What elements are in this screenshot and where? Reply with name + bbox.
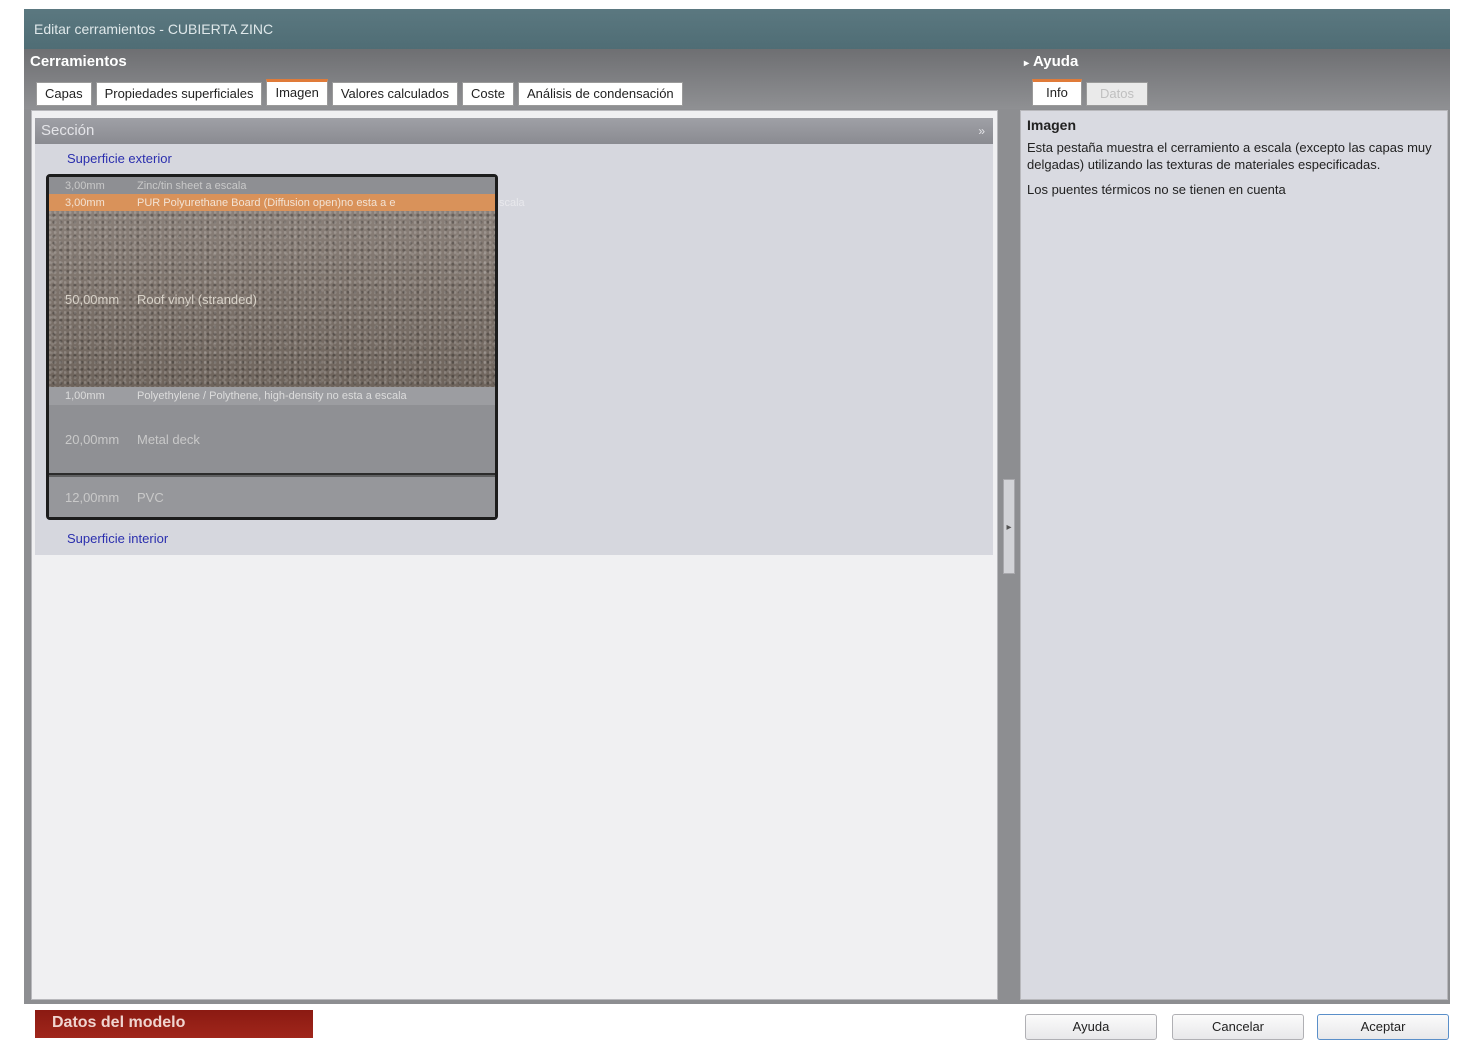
tab-imagen[interactable]: Imagen (266, 79, 328, 106)
chevron-double-icon[interactable]: » (978, 118, 985, 144)
seccion-header-label: Sección (41, 122, 95, 139)
collapse-arrow-icon[interactable]: ▸ (1024, 58, 1029, 69)
cancel-button[interactable]: Cancelar (1172, 1014, 1304, 1040)
layer-row[interactable]: 50,00mm Roof vinyl (stranded) (49, 211, 495, 387)
image-panel: Sección » Superficie exterior 3,00mm Zin… (31, 110, 998, 1000)
layer-row[interactable]: 3,00mm Zinc/tin sheet a escala (49, 177, 495, 194)
inner-surface-link[interactable]: Superficie interior (67, 531, 168, 546)
bottom-bar: Datos del modelo Ayuda Cancelar Aceptar (24, 1004, 1450, 1040)
help-paragraph: Los puentes térmicos no se tienen en cue… (1027, 182, 1286, 197)
layer-thickness: 3,00mm (65, 196, 105, 209)
layer-material: PUR Polyurethane Board (Diffusion open)n… (137, 196, 396, 209)
tab-info[interactable]: Info (1032, 79, 1082, 106)
layer-row[interactable]: 20,00mm Metal deck (49, 405, 495, 475)
help-title: Imagen (1027, 117, 1077, 133)
tab-valores-calculados[interactable]: Valores calculados (331, 82, 458, 106)
layer-material: Polyethylene / Polythene, high-density n… (137, 390, 407, 402)
layer-thickness: 12,00mm (65, 489, 120, 505)
tab-datos[interactable]: Datos (1086, 82, 1148, 106)
layer-material: Zinc/tin sheet a escala (137, 179, 247, 192)
layer-row-selected[interactable]: 3,00mm PUR Polyurethane Board (Diffusion… (49, 194, 525, 211)
help-panel: Imagen Esta pestaña muestra el cerramien… (1020, 110, 1448, 1000)
tab-propiedades-superficiales[interactable]: Propiedades superficiales (95, 82, 263, 106)
tab-capas[interactable]: Capas (36, 82, 92, 106)
layer-material: PVC (137, 489, 164, 505)
help-button[interactable]: Ayuda (1025, 1014, 1157, 1040)
layer-material: Metal deck (137, 431, 200, 447)
seccion-box: Sección » Superficie exterior 3,00mm Zin… (35, 118, 993, 555)
help-paragraph: Esta pestaña muestra el cerramiento a es… (1027, 140, 1432, 172)
layer-section-image: 3,00mm Zinc/tin sheet a escala 3,00mm PU… (46, 174, 525, 520)
seccion-header[interactable]: Sección » (35, 118, 993, 144)
layer-thickness: 50,00mm (65, 291, 120, 307)
tab-analisis-condensacion[interactable]: Análisis de condensación (517, 82, 683, 106)
ayuda-title[interactable]: ▸ Ayuda (1024, 53, 1078, 70)
left-tab-bar: Capas Propiedades superficiales Imagen V… (36, 79, 683, 106)
outer-surface-link[interactable]: Superficie exterior (67, 151, 172, 166)
layer-material-overflow: scala (499, 196, 525, 209)
layer-thickness: 20,00mm (65, 431, 120, 447)
panel-splitter-handle[interactable]: ▸ (1003, 479, 1015, 574)
accept-button[interactable]: Aceptar (1317, 1014, 1449, 1040)
layer-material: Roof vinyl (stranded) (137, 291, 257, 307)
splitter-arrow-icon: ▸ (1006, 522, 1012, 533)
tab-coste[interactable]: Coste (461, 82, 514, 106)
layer-thickness: 3,00mm (65, 179, 105, 192)
right-tab-bar: Info Datos (1032, 79, 1148, 106)
layer-thickness: 1,00mm (65, 390, 105, 402)
ayuda-title-text: Ayuda (1033, 53, 1079, 70)
window-title: Editar cerramientos - CUBIERTA ZINC (24, 9, 1450, 49)
editor-window: Editar cerramientos - CUBIERTA ZINC Cerr… (24, 9, 1450, 1040)
cerramientos-title: Cerramientos (30, 53, 127, 70)
layer-row[interactable]: 1,00mm Polyethylene / Polythene, high-de… (49, 387, 495, 405)
layer-row[interactable]: 12,00mm PVC (49, 477, 495, 517)
